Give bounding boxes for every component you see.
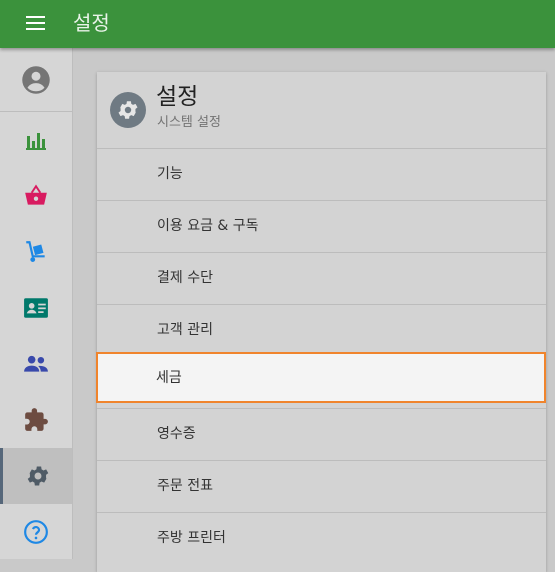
page-title: 설정 (156, 84, 199, 110)
gear-icon (118, 101, 138, 119)
sidebar-item-help[interactable] (0, 504, 72, 560)
settings-item-receipts[interactable]: 영수증 (97, 408, 546, 460)
people-icon (24, 355, 48, 372)
app-title: 설정 (73, 11, 110, 35)
sidebar-item-sales[interactable] (0, 168, 72, 224)
sidebar-item-customers[interactable] (0, 336, 72, 392)
id-card-icon (24, 298, 48, 318)
settings-item-tax[interactable]: 세금 (96, 352, 546, 403)
basket-icon (25, 184, 47, 205)
settings-item-label: 주방 프린터 (157, 530, 226, 546)
top-app-bar: 설정 (0, 0, 555, 48)
settings-item-order-tickets[interactable]: 주문 전표 (97, 460, 546, 512)
settings-item-label: 고객 관리 (157, 322, 213, 338)
settings-item-payment-methods[interactable]: 결제 수단 (97, 252, 546, 304)
sidebar (0, 48, 73, 559)
settings-item-label: 영수증 (157, 426, 196, 442)
settings-item-label: 기능 (157, 166, 183, 182)
settings-item-label: 세금 (156, 370, 182, 386)
sidebar-item-integrations[interactable] (0, 392, 72, 448)
account-circle-icon (22, 66, 50, 94)
help-icon (24, 520, 48, 544)
bar-chart-icon (26, 133, 46, 150)
settings-header-avatar (110, 92, 146, 128)
puzzle-icon (25, 408, 48, 431)
settings-item-kitchen-printers[interactable]: 주방 프린터 (97, 512, 546, 564)
settings-item-features[interactable]: 기능 (97, 148, 546, 200)
page-subtitle: 시스템 설정 (157, 115, 221, 130)
settings-item-label: 이용 요금 & 구독 (157, 218, 259, 234)
settings-card: 설정 시스템 설정 기능 이용 요금 & 구독 결제 수단 고객 관리 영수증 … (97, 72, 546, 572)
sidebar-item-employees[interactable] (0, 280, 72, 336)
sidebar-item-inventory[interactable] (0, 224, 72, 280)
sidebar-item-reports[interactable] (0, 112, 72, 168)
card-header: 설정 시스템 설정 (97, 72, 546, 148)
menu-icon[interactable] (26, 16, 46, 32)
gear-icon (27, 466, 48, 486)
hand-truck-icon (26, 241, 45, 262)
settings-item-billing[interactable]: 이용 요금 & 구독 (97, 200, 546, 252)
sidebar-item-account[interactable] (0, 52, 72, 108)
settings-item-label: 주문 전표 (157, 478, 213, 494)
settings-item-customer-management[interactable]: 고객 관리 (97, 304, 546, 356)
sidebar-item-settings[interactable] (0, 448, 72, 504)
settings-item-label: 결제 수단 (157, 270, 213, 286)
